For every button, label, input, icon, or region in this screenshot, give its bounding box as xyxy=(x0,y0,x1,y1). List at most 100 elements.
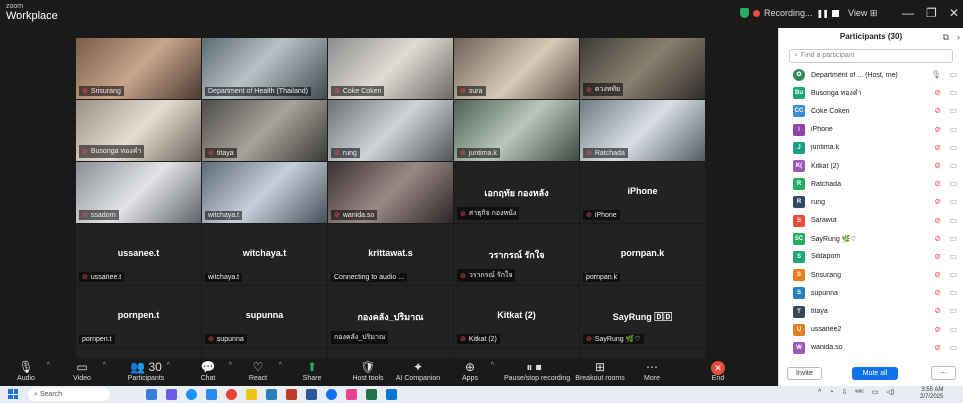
participant-row[interactable]: Ssupunna ⊘ ▭ xyxy=(779,284,963,302)
share-button[interactable]: ⬆ Share xyxy=(282,360,342,382)
close-window-button[interactable]: ✕ xyxy=(949,6,959,20)
video-tile[interactable]: pornpan.k pornpan.k xyxy=(580,224,705,285)
mic-muted-icon[interactable]: ⊘ xyxy=(934,343,941,352)
participant-row[interactable]: K(Kitkat (2) ⊘ ▭ xyxy=(779,157,963,175)
windows-start-icon[interactable] xyxy=(8,389,18,399)
participant-row[interactable]: Bu Busonga ทองคำ ⊘ ▭ xyxy=(779,84,963,102)
camera-icon[interactable]: ▭ xyxy=(949,216,957,225)
chevron-up-icon[interactable]: ^ xyxy=(491,362,494,369)
word-icon[interactable] xyxy=(306,389,317,400)
video-tile[interactable]: ⊘ juntima.k xyxy=(454,100,579,161)
view-button[interactable]: View ⊞ xyxy=(848,8,877,19)
mic-muted-icon[interactable]: ⊘ xyxy=(934,106,941,115)
camera-icon[interactable]: ▭ xyxy=(949,288,957,297)
video-tile[interactable]: ⊘ sura xyxy=(454,38,579,99)
edge-icon[interactable] xyxy=(186,389,197,400)
camera-icon[interactable]: ▭ xyxy=(949,270,957,279)
mic-icon[interactable]: 🎙 xyxy=(931,70,941,79)
chevron-up-icon[interactable]: ^ xyxy=(103,362,106,369)
video-tile[interactable]: witchaya.t witchaya.t xyxy=(202,224,327,285)
chevron-up-icon[interactable]: ^ xyxy=(167,362,170,369)
video-tile[interactable]: ussanee.t ⊘ ussanee.t xyxy=(76,224,201,285)
mute-all-button[interactable]: Mute all xyxy=(851,366,899,380)
video-tile[interactable]: ⊘ Srisurang xyxy=(76,38,201,99)
video-tile[interactable]: Department of Health (Thailand) xyxy=(202,38,327,99)
video-tile[interactable]: witchaya.t xyxy=(202,162,327,223)
participant-row[interactable]: Wwanida.so ⊘ ▭ xyxy=(779,339,963,357)
participant-row[interactable]: R Ratchada ⊘ ▭ xyxy=(779,175,963,193)
video-button[interactable]: ▭ Video ^ xyxy=(52,360,112,382)
excel-icon[interactable] xyxy=(366,389,377,400)
video-tile[interactable]: ⊘ Busonga ทองคำ xyxy=(76,100,201,161)
camera-icon[interactable]: ▭ xyxy=(949,197,957,206)
video-tile[interactable]: ⊘ rung xyxy=(328,100,453,161)
participant-row[interactable]: S Sarawut ⊘ ▭ xyxy=(779,212,963,230)
camera-icon[interactable]: ▭ xyxy=(949,179,957,188)
display-icon[interactable]: ▭ xyxy=(872,388,879,396)
network-icon[interactable]: ◔ xyxy=(829,389,833,396)
taskbar-clock[interactable]: 3:55 AM 2/7/2025 xyxy=(920,387,943,401)
mic-muted-icon[interactable]: ⊘ xyxy=(934,270,941,279)
camera-icon[interactable]: ▭ xyxy=(949,306,957,315)
participant-row[interactable]: Ttitaya ⊘ ▭ xyxy=(779,302,963,320)
mic-muted-icon[interactable]: ⊘ xyxy=(934,288,941,297)
powerpoint-icon[interactable] xyxy=(286,389,297,400)
pause-icon[interactable]: ❚❚ xyxy=(817,9,829,18)
react-button[interactable]: ♡ React ^ xyxy=(228,360,288,382)
mic-muted-icon[interactable]: ⊘ xyxy=(934,179,941,188)
more-button[interactable]: ⋯ More xyxy=(622,360,682,382)
taskbar-app-icon[interactable] xyxy=(146,389,157,400)
mic-muted-icon[interactable]: ⊘ xyxy=(934,234,941,243)
chrome-icon[interactable] xyxy=(226,389,237,400)
mic-muted-icon[interactable]: ⊘ xyxy=(934,325,941,334)
video-tile[interactable]: ⊘ wanida.so xyxy=(328,162,453,223)
video-tile[interactable]: ⊘ ดวงหทัย xyxy=(580,38,705,99)
more-options-button[interactable]: ⋯ xyxy=(931,366,956,380)
maximize-button[interactable]: ❐ xyxy=(926,6,937,20)
camera-icon[interactable]: ▭ xyxy=(949,106,957,115)
audio-button[interactable]: 🎙 Audio ^ xyxy=(0,360,56,382)
pause-recording-button[interactable]: ⏸ ⏹ Pause/stop recording xyxy=(504,360,570,382)
mic-muted-icon[interactable]: ⊘ xyxy=(934,125,941,134)
apps-button[interactable]: ⊕ Apps ^ xyxy=(440,360,500,382)
video-tile[interactable]: krittawat.s Connecting to audio ... xyxy=(328,224,453,285)
chevron-up-icon[interactable]: ^ xyxy=(818,389,821,396)
minimize-button[interactable]: — xyxy=(902,6,914,20)
taskbar-app-icon[interactable] xyxy=(346,389,357,400)
taskbar-app-icon[interactable] xyxy=(166,389,177,400)
mic-muted-icon[interactable]: ⊘ xyxy=(934,252,941,261)
taskbar-search[interactable]: ⌕ Search xyxy=(28,388,110,401)
camera-icon[interactable]: ▭ xyxy=(949,343,957,352)
breakout-button[interactable]: ⊞ Breakout rooms xyxy=(570,360,630,382)
participants-button[interactable]: 👥 30 Participants ^ xyxy=(116,360,176,382)
stop-icon[interactable] xyxy=(831,9,839,17)
participant-row[interactable]: Uussanee2 ⊘ ▭ xyxy=(779,321,963,339)
camera-icon[interactable]: ▭ xyxy=(949,70,957,79)
camera-icon[interactable]: ▭ xyxy=(949,143,957,152)
popout-icon[interactable]: ⧉ xyxy=(943,28,949,46)
invite-button[interactable]: Invite xyxy=(787,366,822,380)
mic-muted-icon[interactable]: ⊘ xyxy=(934,216,941,225)
speaker-icon[interactable]: ◁) xyxy=(886,388,894,396)
video-tile[interactable]: ⊘ titaya xyxy=(202,100,327,161)
mic-muted-icon[interactable]: ⊘ xyxy=(934,88,941,97)
video-tile[interactable]: กองคลัง_ปริมาณ กองคลัง_ปริมาณ xyxy=(328,286,453,347)
mic-muted-icon[interactable]: ⊘ xyxy=(934,161,941,170)
mic-muted-icon[interactable]: ⊘ xyxy=(934,143,941,152)
video-tile[interactable]: ⊘ Ratchada xyxy=(580,100,705,161)
video-tile[interactable]: ⊘ Coke Coken xyxy=(328,38,453,99)
video-tile[interactable]: SayRung 🄳🄳 ⊘ SayRung 🌿♡ xyxy=(580,286,705,347)
mic-muted-icon[interactable]: ⊘ xyxy=(934,306,941,315)
panel-close-icon[interactable]: › xyxy=(957,28,960,46)
zoom-taskbar-icon[interactable] xyxy=(326,389,337,400)
participant-search-input[interactable]: ⌕ Find a participant xyxy=(789,49,953,63)
video-tile[interactable]: วรากรณ์ รักใจ ⊘ วรากรณ์ รักใจ xyxy=(454,224,579,285)
camera-icon[interactable]: ▭ xyxy=(949,234,957,243)
participant-row[interactable]: S Sildaporn ⊘ ▭ xyxy=(779,248,963,266)
camera-icon[interactable]: ▭ xyxy=(949,125,957,134)
video-tile[interactable]: เอกฤทัย กองหลัง ⊘ สาธุกิจ กองหนัง xyxy=(454,162,579,223)
camera-icon[interactable]: ▭ xyxy=(949,161,957,170)
video-tile[interactable]: Kitkat (2) ⊘ Kitkat (2) xyxy=(454,286,579,347)
download-icon[interactable]: ⇩ xyxy=(842,388,848,396)
mic-muted-icon[interactable]: ⊘ xyxy=(934,197,941,206)
